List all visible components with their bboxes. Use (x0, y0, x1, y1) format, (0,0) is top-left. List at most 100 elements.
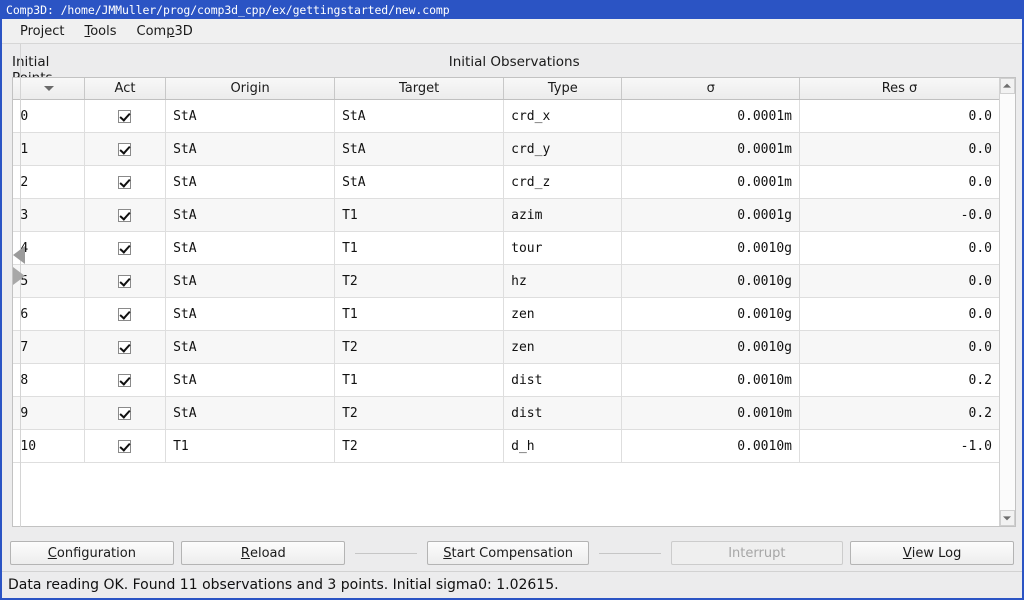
obs-cell-target[interactable]: T1 (334, 231, 505, 265)
checkbox-checked-icon[interactable] (118, 274, 132, 288)
obs-cell-sigma[interactable]: 0.0010m (621, 363, 800, 397)
reload-button[interactable]: Reload (181, 541, 346, 565)
configuration-button[interactable]: Configuration (10, 541, 174, 565)
checkbox-checked-icon[interactable] (118, 373, 132, 387)
start-compensation-button[interactable]: Start Compensation (427, 541, 590, 565)
checkbox-checked-icon[interactable] (118, 241, 132, 255)
obs-cell-origin[interactable]: StA (165, 99, 336, 133)
obs-cell-origin[interactable]: T1 (165, 429, 336, 463)
obs-cell-target[interactable]: StA (334, 165, 505, 199)
checkbox-checked-icon[interactable] (118, 175, 132, 189)
obs-col-header-res-sigma[interactable]: Res σ (799, 78, 999, 100)
obs-cell-index[interactable]: 3 (13, 198, 85, 232)
table-row[interactable]: 5 StA T2 hz 0.0010g 0.0 (13, 264, 999, 298)
triangle-down-icon[interactable] (999, 510, 1015, 526)
obs-cell-act[interactable] (84, 231, 167, 265)
obs-cell-sigma[interactable]: 0.0001m (621, 165, 800, 199)
obs-cell-res-sigma[interactable]: 0.0 (799, 297, 999, 331)
obs-cell-res-sigma[interactable]: 0.2 (799, 363, 999, 397)
obs-cell-index[interactable]: 10 (13, 429, 85, 463)
obs-cell-type[interactable]: hz (503, 264, 623, 298)
obs-col-header-act[interactable]: Act (84, 78, 167, 100)
obs-cell-sigma[interactable]: 0.0001g (621, 198, 800, 232)
table-row[interactable]: 6 StA T1 zen 0.0010g 0.0 (13, 297, 999, 331)
obs-cell-target[interactable]: T1 (334, 363, 505, 397)
scrollbar-track[interactable] (999, 94, 1015, 510)
obs-cell-origin[interactable]: StA (165, 198, 336, 232)
checkbox-checked-icon[interactable] (118, 340, 132, 354)
checkbox-checked-icon[interactable] (118, 208, 132, 222)
obs-cell-act[interactable] (84, 165, 167, 199)
obs-cell-origin[interactable]: StA (165, 363, 336, 397)
obs-cell-origin[interactable]: StA (165, 330, 336, 364)
obs-cell-sigma[interactable]: 0.0001m (621, 99, 800, 133)
table-row[interactable]: 3 StA T1 azim 0.0001g -0.0 (13, 198, 999, 232)
obs-cell-target[interactable]: StA (334, 99, 505, 133)
triangle-up-icon[interactable] (999, 78, 1015, 94)
obs-cell-target[interactable]: StA (334, 132, 505, 166)
obs-cell-origin[interactable]: StA (165, 396, 336, 430)
obs-cell-res-sigma[interactable]: 0.0 (799, 330, 999, 364)
obs-cell-res-sigma[interactable]: 0.0 (799, 132, 999, 166)
obs-cell-target[interactable]: T2 (334, 396, 505, 430)
obs-cell-index[interactable]: 0 (13, 99, 85, 133)
table-row[interactable]: 2 StA StA crd_z 0.0001m 0.0 (13, 165, 999, 199)
obs-cell-res-sigma[interactable]: 0.0 (799, 99, 999, 133)
table-row[interactable]: 8 StA T1 dist 0.0010m 0.2 (13, 363, 999, 397)
obs-cell-res-sigma[interactable]: 0.0 (799, 165, 999, 199)
obs-cell-type[interactable]: crd_z (503, 165, 623, 199)
obs-cell-type[interactable]: crd_x (503, 99, 623, 133)
obs-cell-sigma[interactable]: 0.0010g (621, 330, 800, 364)
table-row[interactable]: 10 T1 T2 d_h 0.0010m -1.0 (13, 429, 999, 463)
checkbox-checked-icon[interactable] (118, 406, 132, 420)
obs-cell-act[interactable] (84, 198, 167, 232)
obs-cell-type[interactable]: dist (503, 363, 623, 397)
obs-cell-index[interactable]: 6 (13, 297, 85, 331)
menu-item-project[interactable]: Project (10, 22, 74, 41)
obs-cell-index[interactable]: 9 (13, 396, 85, 430)
view-log-button[interactable]: View Log (850, 541, 1015, 565)
table-row[interactable]: 4 StA T1 tour 0.0010g 0.0 (13, 231, 999, 265)
table-row[interactable]: 9 StA T2 dist 0.0010m 0.2 (13, 396, 999, 430)
obs-cell-sigma[interactable]: 0.0010g (621, 231, 800, 265)
obs-col-header-sigma[interactable]: σ (621, 78, 800, 100)
obs-cell-act[interactable] (84, 297, 167, 331)
obs-col-header-origin[interactable]: Origin (165, 78, 336, 100)
obs-cell-target[interactable]: T1 (334, 198, 505, 232)
obs-cell-index[interactable]: 2 (13, 165, 85, 199)
obs-cell-origin[interactable]: StA (165, 231, 336, 265)
obs-cell-type[interactable]: d_h (503, 429, 623, 463)
obs-cell-res-sigma[interactable]: -1.0 (799, 429, 999, 463)
obs-cell-act[interactable] (84, 132, 167, 166)
obs-cell-index[interactable]: 1 (13, 132, 85, 166)
obs-cell-act[interactable] (84, 429, 167, 463)
checkbox-checked-icon[interactable] (118, 307, 132, 321)
obs-cell-res-sigma[interactable]: 0.0 (799, 231, 999, 265)
checkbox-checked-icon[interactable] (118, 109, 132, 123)
obs-cell-index[interactable]: 7 (13, 330, 85, 364)
obs-cell-res-sigma[interactable]: -0.0 (799, 198, 999, 232)
obs-cell-sigma[interactable]: 0.0010m (621, 396, 800, 430)
menu-item-tools[interactable]: Tools (74, 22, 126, 41)
obs-cell-sigma[interactable]: 0.0010g (621, 264, 800, 298)
interrupt-button[interactable]: Interrupt (671, 541, 843, 565)
obs-cell-origin[interactable]: StA (165, 297, 336, 331)
obs-cell-act[interactable] (84, 363, 167, 397)
obs-cell-type[interactable]: tour (503, 231, 623, 265)
obs-cell-type[interactable]: zen (503, 297, 623, 331)
obs-cell-type[interactable]: crd_y (503, 132, 623, 166)
splitter-handle[interactable] (12, 240, 30, 292)
obs-cell-act[interactable] (84, 99, 167, 133)
obs-cell-origin[interactable]: StA (165, 132, 336, 166)
obs-cell-index[interactable]: 8 (13, 363, 85, 397)
obs-cell-act[interactable] (84, 264, 167, 298)
obs-col-header-target[interactable]: Target (334, 78, 505, 100)
obs-cell-target[interactable]: T2 (334, 264, 505, 298)
obs-cell-origin[interactable]: StA (165, 264, 336, 298)
obs-cell-target[interactable]: T1 (334, 297, 505, 331)
table-row[interactable]: 1 StA StA crd_y 0.0001m 0.0 (13, 132, 999, 166)
obs-cell-sigma[interactable]: 0.0010m (621, 429, 800, 463)
triangle-right-icon[interactable] (13, 267, 26, 285)
checkbox-checked-icon[interactable] (118, 439, 132, 453)
initial-observations-vertical-scrollbar[interactable] (998, 78, 1015, 526)
